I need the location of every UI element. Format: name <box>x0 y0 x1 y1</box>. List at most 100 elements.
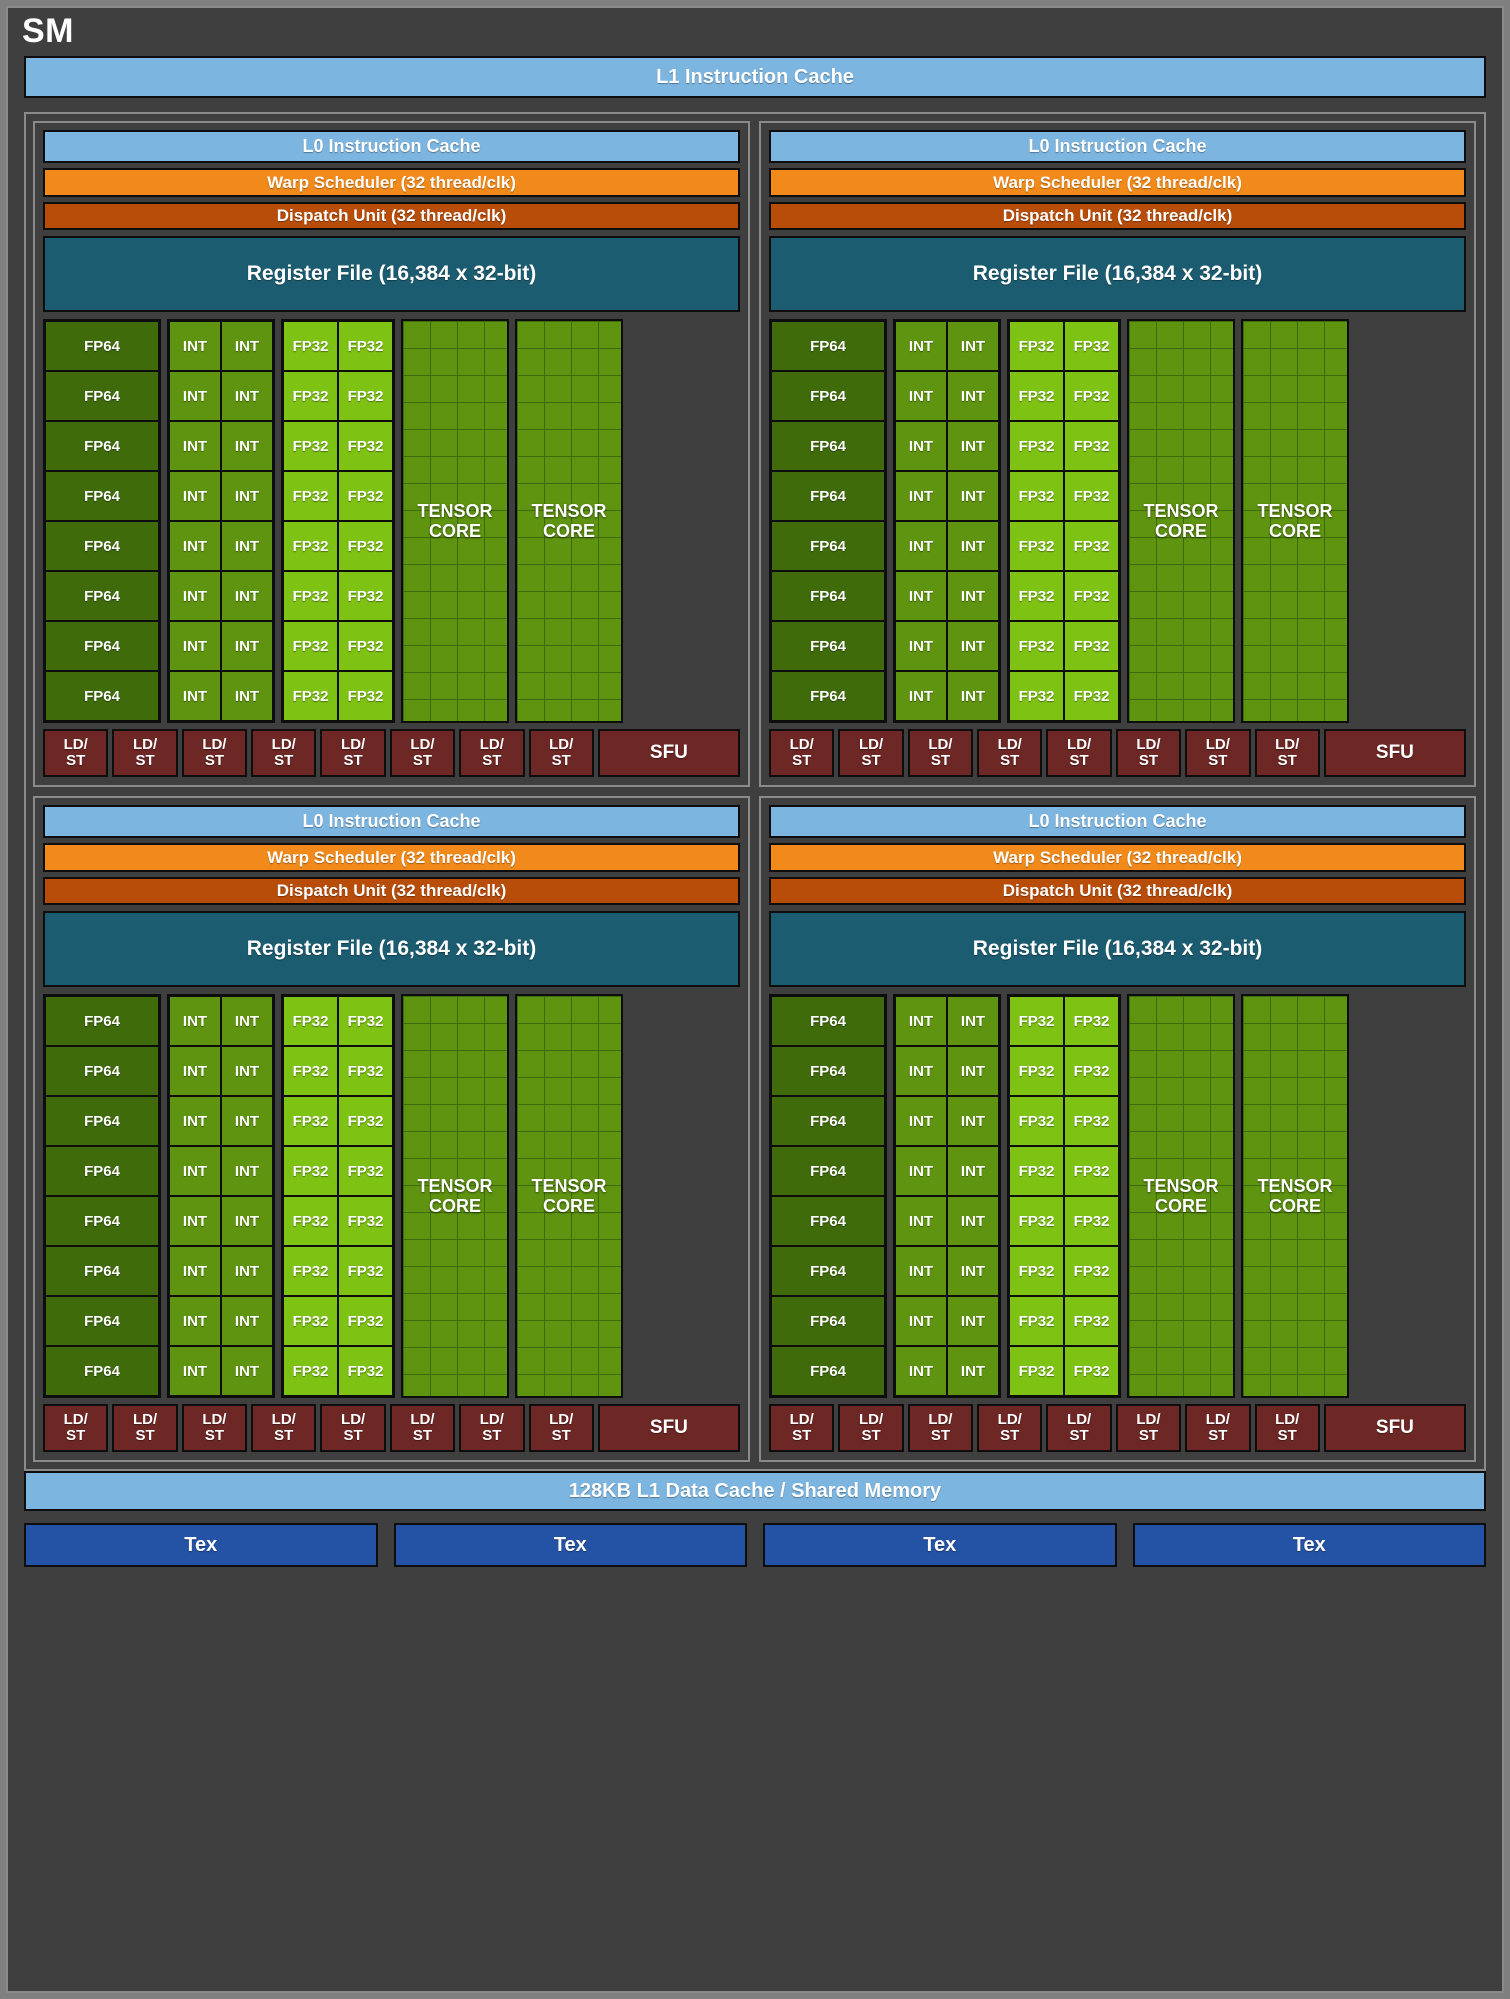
core-cell-row: FP64 <box>771 321 885 371</box>
fp32-core: FP32 <box>283 321 338 371</box>
fp64-core: FP64 <box>771 1046 885 1096</box>
int-core: INT <box>221 996 273 1046</box>
fp32-core: FP32 <box>1064 1096 1119 1146</box>
core-cell-row: INT INT <box>169 1146 273 1196</box>
fp32-core: FP32 <box>1009 671 1064 721</box>
core-cell-row: FP32 FP32 <box>1009 996 1119 1046</box>
fp64-core: FP64 <box>771 321 885 371</box>
tensor-core-label: TENSOR CORE <box>531 501 606 541</box>
ldst-label-line2: ST <box>930 752 950 769</box>
core-cell-row: FP64 <box>45 421 159 471</box>
fp64-core: FP64 <box>771 996 885 1046</box>
core-cell-row: FP64 <box>771 1296 885 1346</box>
int-core: INT <box>895 671 947 721</box>
ldst-unit: LD/ST <box>251 729 317 777</box>
fp32-core: FP32 <box>1064 371 1119 421</box>
ldst-label-line2: ST <box>861 752 881 769</box>
ldst-label-line1: LD/ <box>997 1411 1022 1429</box>
fp64-core: FP64 <box>45 996 159 1046</box>
fp32-core: FP32 <box>1009 521 1064 571</box>
ldst-unit: LD/ST <box>43 1404 109 1452</box>
ldst-label-line1: LD/ <box>341 736 366 754</box>
ldst-label-line1: LD/ <box>132 1411 158 1429</box>
ldst-label-line2: ST <box>204 1427 224 1444</box>
core-cell-row: FP64 <box>45 521 159 571</box>
core-cell-row: INT INT <box>169 471 273 521</box>
warp-scheduler-block: Warp Scheduler (32 thread/clk) <box>769 168 1466 197</box>
core-cell-row: FP64 <box>45 996 159 1046</box>
core-array-row: FP64 FP64 FP64 FP64 FP64 FP64 FP64 FP64 INT INT IN… <box>43 994 740 1398</box>
int-core: INT <box>169 1196 221 1246</box>
ldst-label-line1: LD/ <box>271 736 296 754</box>
int-core: INT <box>169 1296 221 1346</box>
int-core: INT <box>895 321 947 371</box>
fp64-core: FP64 <box>45 1146 159 1196</box>
fp32-core: FP32 <box>283 1346 338 1396</box>
core-cell-row: INT INT <box>895 321 999 371</box>
int-core: INT <box>895 371 947 421</box>
int-core: INT <box>169 571 221 621</box>
l0-instruction-cache-block: L0 Instruction Cache <box>769 805 1466 838</box>
fp32-core: FP32 <box>283 1196 338 1246</box>
int-column: INT INT INT INT INT INT INT INT INT INT INT INT INT I… <box>893 994 1001 1398</box>
fp64-core: FP64 <box>771 1346 885 1396</box>
tensor-core: TENSOR CORE <box>1241 319 1349 723</box>
core-cell-row: INT INT <box>169 1346 273 1396</box>
fp32-core: FP32 <box>338 1196 393 1246</box>
ldst-unit: LD/ST <box>907 1404 974 1452</box>
ldst-label-line1: LD/ <box>410 736 435 754</box>
fp64-cells: FP64 FP64 FP64 FP64 FP64 FP64 FP64 FP64 <box>45 321 159 721</box>
fp32-core: FP32 <box>1064 321 1119 371</box>
ldst-unit: LD/ST <box>1185 729 1251 777</box>
core-cell-row: FP64 <box>771 671 885 721</box>
fp32-core: FP32 <box>1064 996 1119 1046</box>
core-cell-row: FP64 <box>771 421 885 471</box>
core-cell-row: FP32 FP32 <box>1009 471 1119 521</box>
core-cell-row: INT INT <box>169 421 273 471</box>
ldst-label-line2: ST <box>412 1427 433 1444</box>
fp32-column: FP32 FP32 FP32 FP32 FP32 FP32 FP32 FP32 FP32 FP32… <box>281 994 395 1398</box>
fp32-core: FP32 <box>1009 996 1064 1046</box>
int-core: INT <box>947 471 999 521</box>
ldst-unit: LD/ST <box>977 1404 1043 1452</box>
ldst-label-line2: ST <box>1138 752 1159 769</box>
fp32-core: FP32 <box>338 471 393 521</box>
int-core: INT <box>221 371 273 421</box>
int-core: INT <box>169 471 221 521</box>
ldst-unit: LD/ST <box>1185 1404 1251 1452</box>
int-cells: INT INT INT INT INT INT INT INT INT INT INT INT INT I… <box>169 321 273 721</box>
fp32-core: FP32 <box>1064 521 1119 571</box>
ldst-unit: LD/ST <box>977 729 1043 777</box>
l0-instruction-cache-block: L0 Instruction Cache <box>43 805 740 838</box>
fp32-core: FP32 <box>1009 571 1064 621</box>
core-cell-row: FP32 FP32 <box>1009 1096 1119 1146</box>
core-cell-row: FP32 FP32 <box>283 371 393 421</box>
int-core: INT <box>947 1096 999 1146</box>
core-cell-row: INT INT <box>895 996 999 1046</box>
core-cell-row: FP64 <box>45 1196 159 1246</box>
fp32-core: FP32 <box>1064 621 1119 671</box>
tex-unit: Tex <box>1132 1523 1486 1567</box>
fp32-core: FP32 <box>1009 621 1064 671</box>
int-core: INT <box>221 1196 273 1246</box>
int-core: INT <box>221 1096 273 1146</box>
core-cell-row: INT INT <box>169 671 273 721</box>
processing-block: L0 Instruction Cache Warp Scheduler (32 t… <box>33 121 750 787</box>
tensor-core-label-line2: CORE <box>428 521 481 541</box>
fp64-core: FP64 <box>771 571 885 621</box>
tensor-core-label: TENSOR CORE <box>417 501 492 541</box>
core-cell-row: INT INT <box>169 1096 273 1146</box>
core-cell-row: INT INT <box>895 1346 999 1396</box>
tex-unit: Tex <box>24 1523 378 1567</box>
tensor-core-label: TENSOR CORE <box>1143 1176 1218 1216</box>
ldst-label-line1: LD/ <box>1136 1411 1161 1429</box>
ldst-sfu-row: LD/ST LD/ST LD/ST LD/ST LD/ST LD/ST LD/ST LD/ST… <box>43 1404 740 1452</box>
core-cell-row: FP32 FP32 <box>283 321 393 371</box>
ldst-label-line2: ST <box>274 752 294 769</box>
fp32-core: FP32 <box>283 996 338 1046</box>
int-core: INT <box>169 1096 221 1146</box>
ldst-unit: LD/ST <box>528 1404 594 1452</box>
fp32-core: FP32 <box>1064 421 1119 471</box>
sfu-unit: SFU <box>1323 1404 1466 1452</box>
ldst-label-line1: LD/ <box>928 736 953 754</box>
